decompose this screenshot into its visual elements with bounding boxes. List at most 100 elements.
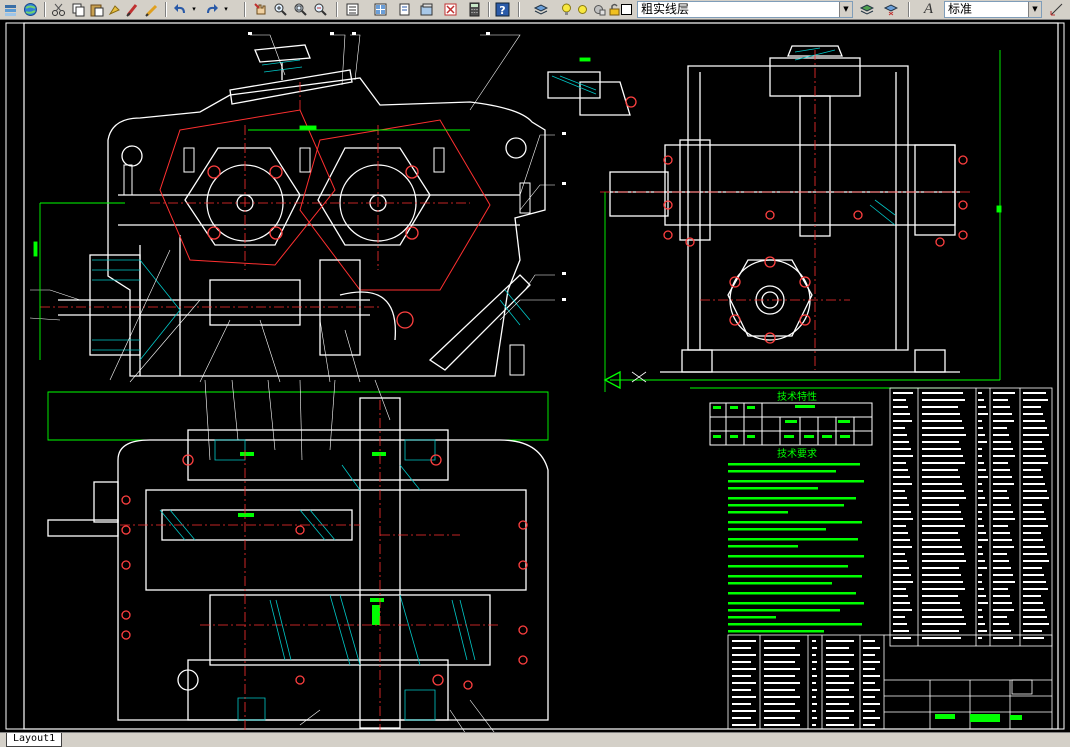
title-block-cell <box>863 668 875 670</box>
parts-list-cell <box>978 602 988 604</box>
text-style-value: 标准 <box>948 2 973 16</box>
chevron-down-icon[interactable]: ▼ <box>839 2 852 17</box>
parts-list-cell <box>978 553 983 555</box>
parts-list-cell <box>922 546 962 548</box>
parts-list-cell <box>993 630 1011 632</box>
paste-icon[interactable] <box>88 1 105 18</box>
title-block-cell <box>826 717 849 719</box>
parts-list-cell <box>893 455 913 457</box>
parts-list-cell <box>922 581 963 583</box>
parts-list-cell <box>893 413 910 415</box>
dimension-style-icon[interactable] <box>1048 1 1065 18</box>
text-style-icon[interactable]: A <box>920 1 937 18</box>
parts-list-cell <box>978 455 982 457</box>
copy-icon[interactable] <box>70 1 87 18</box>
tech-requirements-text <box>728 463 864 633</box>
parts-list-cell <box>893 399 906 401</box>
parts-list-cell <box>978 511 982 513</box>
title-block-cell <box>764 661 795 663</box>
parts-list-cell <box>1023 406 1041 408</box>
tab-layout1[interactable]: Layout1 <box>6 733 63 747</box>
zoom-window-icon[interactable] <box>292 1 309 18</box>
text-style-combo[interactable]: 标准 ▼ <box>944 1 1042 18</box>
title-block-cell <box>826 696 854 698</box>
tech-req-title: 技术要求 <box>777 447 817 460</box>
match-properties-icon[interactable] <box>106 1 123 18</box>
globe-icon[interactable] <box>22 1 39 18</box>
parts-list-cell <box>922 483 962 485</box>
parts-list-cell <box>993 448 1013 450</box>
parts-list-cell <box>893 553 905 555</box>
side-view <box>600 45 1002 392</box>
cut-icon[interactable] <box>50 1 67 18</box>
redo-dropdown-icon[interactable]: ▾ <box>222 1 230 18</box>
layer-name-combo[interactable]: 粗实线层 ▼ <box>637 1 853 18</box>
design-center-icon[interactable] <box>372 1 389 18</box>
undo-icon[interactable] <box>172 1 189 18</box>
brush-icon[interactable] <box>124 1 141 18</box>
undo-dropdown-icon[interactable]: ▾ <box>190 1 198 18</box>
parts-list-cell <box>922 532 958 534</box>
parts-list-cell <box>1023 469 1041 471</box>
title-block-cell <box>812 724 816 726</box>
title-block-cell <box>732 654 756 656</box>
zoom-realtime-icon[interactable] <box>272 1 289 18</box>
parts-list-cell <box>1023 546 1045 548</box>
parts-list-cell <box>1023 441 1042 443</box>
markup-icon[interactable] <box>442 1 459 18</box>
parts-list-cell <box>1023 574 1044 576</box>
drawing-canvas[interactable]: 技术特性 技术要求 <box>0 20 1070 732</box>
parts-list-rows <box>893 392 1049 639</box>
freeze-viewport-icon[interactable] <box>590 1 607 18</box>
chevron-down-icon[interactable]: ▼ <box>1028 2 1041 17</box>
parts-list-cell <box>978 616 983 618</box>
parts-list-cell <box>893 448 911 450</box>
title-block-cell <box>764 682 800 684</box>
title-block-cell <box>812 661 817 663</box>
title-block-cell <box>863 703 880 705</box>
properties-icon[interactable] <box>344 1 361 18</box>
title-block-cell <box>812 717 817 719</box>
redo-icon[interactable] <box>203 1 220 18</box>
parts-list-cell <box>993 462 1008 464</box>
parts-list-cell <box>1023 427 1047 429</box>
make-layer-current-icon[interactable] <box>858 1 875 18</box>
title-block-cell <box>863 640 875 642</box>
parts-list-cell <box>978 560 985 562</box>
parts-list-cell <box>993 574 1013 576</box>
title-block-cell <box>826 724 854 726</box>
parts-list-cell <box>978 595 986 597</box>
layer-previous-icon[interactable] <box>882 1 899 18</box>
tool-palettes-icon[interactable] <box>396 1 413 18</box>
calculator-icon[interactable] <box>466 1 483 18</box>
parts-list-cell <box>1023 595 1041 597</box>
zoom-previous-icon[interactable] <box>312 1 329 18</box>
parts-list-cell <box>893 420 912 422</box>
parts-list-cell <box>922 623 966 625</box>
parts-list-cell <box>922 630 959 632</box>
parts-list-cell <box>993 441 1011 443</box>
parts-list-cell <box>1023 518 1046 520</box>
parts-list-cell <box>978 434 985 436</box>
parts-list-cell <box>1023 483 1045 485</box>
title-block-cell <box>812 668 816 670</box>
layer-color-swatch-icon[interactable] <box>620 1 632 18</box>
parts-list-cell <box>922 476 960 478</box>
parts-list-cell <box>993 420 1014 422</box>
pan-icon[interactable] <box>252 1 269 18</box>
layers-icon[interactable] <box>2 1 19 18</box>
parts-list-cell <box>1023 581 1046 583</box>
help-icon[interactable]: ? <box>494 1 511 18</box>
brush2-icon[interactable] <box>143 1 160 18</box>
parts-list-cell <box>893 469 908 471</box>
layer-manager-icon[interactable] <box>532 1 549 18</box>
sun-icon[interactable] <box>574 1 591 18</box>
parts-list-cell <box>893 546 912 548</box>
lightbulb-icon[interactable] <box>558 1 575 18</box>
parts-list-cell <box>922 413 960 415</box>
parts-list-cell <box>893 497 907 499</box>
title-block-cell <box>764 710 800 712</box>
parts-list-cell <box>1023 504 1042 506</box>
sheet-set-icon[interactable] <box>418 1 435 18</box>
title-block-cell <box>826 675 849 677</box>
